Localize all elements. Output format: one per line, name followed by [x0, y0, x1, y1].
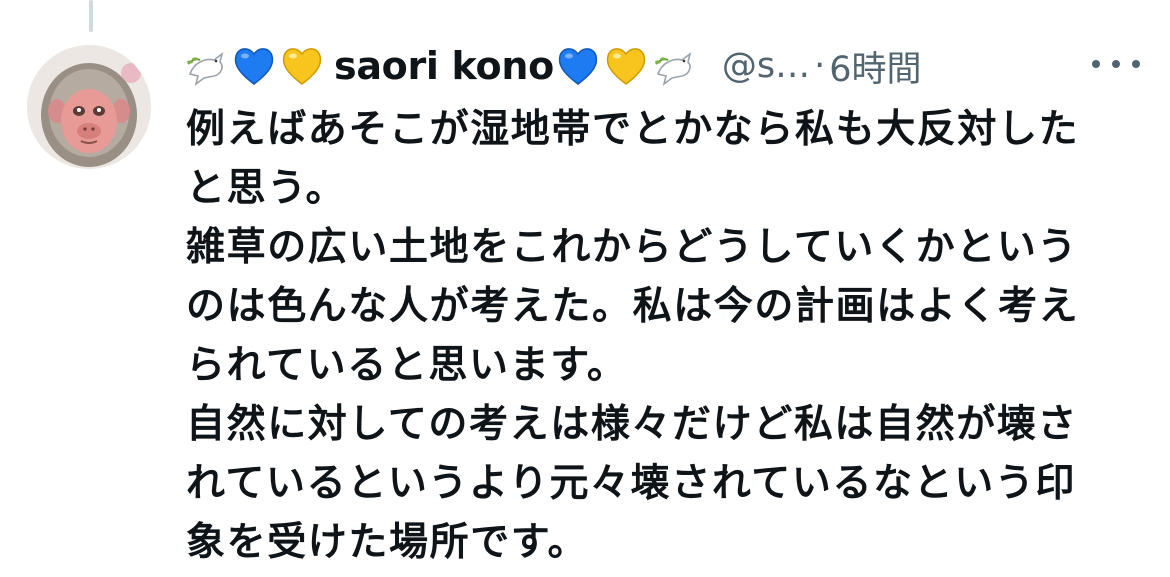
- post-text-line: 象を受けた場所です。: [186, 520, 589, 565]
- post-text-line: 自然に対しての考えは様々だけど私は自然が壊さ: [186, 402, 1079, 447]
- separator-dot: ·: [814, 46, 826, 86]
- post-header: saori kono @s… · 6時間: [184, 36, 922, 96]
- post-body: 例えばあそこが湿地帯でとかなら私も大反対した と思う。 雑草の広い土地をこれから…: [186, 100, 1126, 572]
- yellow-heart-icon: [280, 44, 324, 88]
- avatar[interactable]: [27, 45, 151, 169]
- blue-heart-icon: [556, 44, 600, 88]
- post-text-line: のは色んな人が考えた。私は今の計画はよく考え: [186, 284, 1080, 329]
- monkey-avatar: [27, 45, 151, 169]
- post-text-line: と思う。: [186, 166, 347, 211]
- yellow-heart-icon: [604, 44, 648, 88]
- user-handle[interactable]: @s…: [722, 46, 810, 86]
- post-text-line: れているというより元々壊されているなという印: [186, 461, 1077, 506]
- dove-icon: [652, 44, 696, 88]
- blue-heart-icon: [232, 44, 276, 88]
- post-text-line: 雑草の広い土地をこれからどうしていくかという: [186, 225, 1079, 270]
- more-dot: [1132, 60, 1140, 68]
- thread-line: [89, 0, 93, 32]
- dove-icon: [184, 44, 228, 88]
- post-text-line: 例えばあそこが湿地帯でとかなら私も大反対した: [186, 107, 1080, 152]
- more-dot: [1112, 60, 1120, 68]
- display-name[interactable]: saori kono: [334, 44, 554, 88]
- more-dot: [1092, 60, 1100, 68]
- more-icon[interactable]: [1092, 52, 1140, 76]
- post-timestamp[interactable]: 6時間: [829, 41, 921, 92]
- post-text-line: られていると思います。: [186, 343, 628, 388]
